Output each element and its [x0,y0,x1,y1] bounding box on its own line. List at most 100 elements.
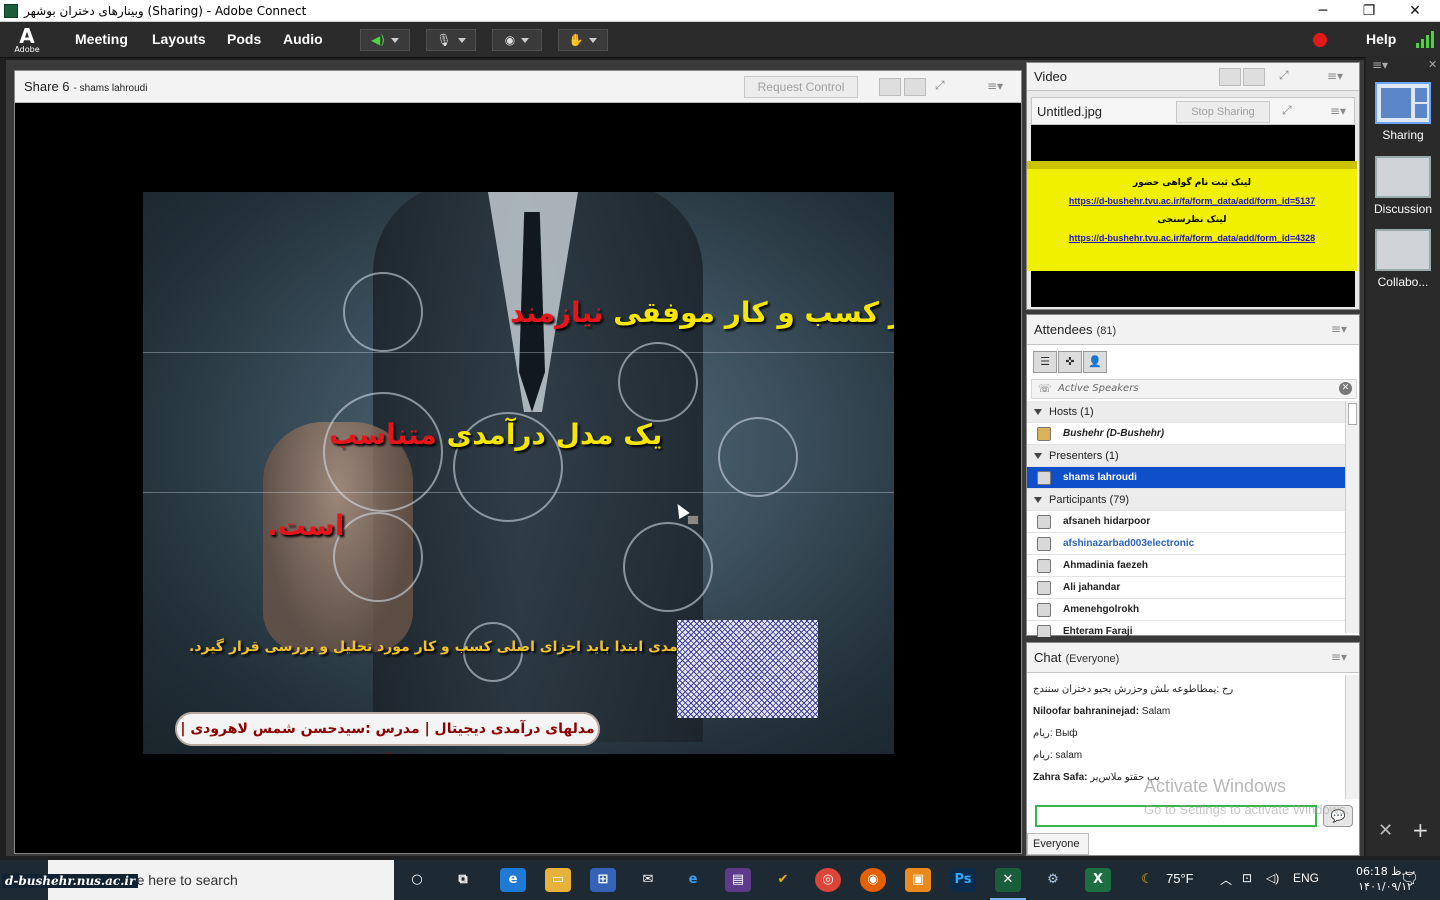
raise-hand-toggle[interactable]: ✋ [558,29,608,51]
request-control-button[interactable]: Request Control [744,76,858,98]
filmstrip-view-icon[interactable] [1243,68,1265,86]
menu-audio[interactable]: Audio [283,31,323,47]
video-pod-title: Video [1034,69,1068,84]
layout-collaboration[interactable]: Collabo... [1374,229,1432,289]
store-icon[interactable]: ⊞ [590,868,616,892]
layout-thumbnail [1375,82,1431,124]
menu-pods[interactable]: Pods [227,31,261,47]
share-pod: Share 6- shams lahroudi Request Control … [14,70,1022,854]
stop-sharing-button[interactable]: Stop Sharing [1176,101,1270,123]
list-item[interactable]: Amenehgolrokh [1027,599,1345,621]
host-icon [1037,427,1051,441]
delete-layout-icon[interactable]: ✕ [1378,820,1393,841]
layouts-options-icon[interactable]: ≡▾ [1372,58,1388,72]
group-hosts[interactable]: Hosts (1) [1027,401,1345,423]
pod-options-icon[interactable]: ≡▾ [1330,104,1346,118]
excel-icon[interactable]: X [1085,868,1111,892]
activate-windows-subtext: Go to Settings to activate Windows. [1144,802,1350,817]
layout-discussion[interactable]: Discussion [1374,156,1432,216]
menu-layouts[interactable]: Layouts [152,31,206,47]
pod-options-icon[interactable]: ≡▾ [1331,650,1347,664]
recording-icon[interactable] [1313,33,1327,47]
layout-sharing[interactable]: Sharing [1374,82,1432,142]
internet-explorer-icon[interactable]: e [680,868,706,892]
layout-thumbnail [1375,229,1431,271]
app-icon[interactable]: ▣ [905,868,931,892]
list-item[interactable]: shams lahroudi [1027,467,1345,489]
language-indicator[interactable]: ENG [1293,871,1319,885]
pod-options-icon[interactable]: ≡▾ [1331,322,1347,336]
network-icon[interactable]: ⊡ [1242,871,1252,885]
list-item[interactable]: Ali jahandar [1027,577,1345,599]
list-view-icon[interactable]: ☰ [1033,351,1057,373]
chat-scrollbar[interactable] [1345,675,1359,799]
speaker-icon: ☏ [1038,382,1052,395]
breakout-view-icon[interactable]: ✜ [1058,351,1082,373]
maximize-button[interactable]: ❐ [1346,0,1392,22]
collapse-triangle-icon [1034,409,1042,415]
chat-recipient-select[interactable]: Everyone [1027,833,1089,855]
cortana-icon[interactable]: ○ [404,868,430,892]
fit-screen-icon[interactable] [904,78,926,96]
fullscreen-icon[interactable]: ⤢ [1282,103,1292,118]
adobe-connect-icon[interactable]: ✕ [995,868,1021,892]
edge-icon[interactable]: e [500,868,526,892]
participant-icon [1037,581,1051,595]
chevron-up-icon[interactable]: ︿ [1220,871,1232,888]
winrar-icon[interactable]: ▤ [725,868,751,892]
list-item[interactable]: Ehteram Faraji [1027,621,1345,637]
share-pod-title: Share 6- shams lahroudi [24,79,148,94]
group-participants[interactable]: Participants (79) [1027,489,1345,511]
pod-options-icon[interactable]: ≡▾ [987,79,1003,93]
list-item[interactable]: Ahmadinia faezeh [1027,555,1345,577]
settings-app-icon[interactable]: ⚙ [1040,868,1066,892]
window-title-bar: وبینارهای دختران بوشهر (Sharing) - Adobe… [0,0,1440,22]
close-icon[interactable]: ✕ [1339,382,1352,395]
group-presenters[interactable]: Presenters (1) [1027,445,1345,467]
chrome-icon[interactable]: ◎ [815,868,841,892]
fullscreen-icon[interactable]: ⤢ [935,78,945,93]
site-url-badge: d-bushehr.nus.ac.ir [2,874,139,888]
file-explorer-icon[interactable]: ▭ [545,868,571,892]
survey-link[interactable]: https://d-bushehr.tvu.ac.ir/fa/form_data… [1027,233,1357,243]
participant-icon [1037,559,1051,573]
mail-icon[interactable]: ✉ [635,868,661,892]
photoshop-icon[interactable]: Ps [950,868,976,892]
fit-width-icon[interactable] [879,78,901,96]
close-button[interactable]: ✕ [1392,0,1438,22]
task-view-icon[interactable]: ⧉ [450,868,476,892]
close-icon[interactable]: ✕ [1428,58,1437,71]
webcam-icon: ◉ [504,33,516,47]
attendees-header: Attendees (81) ≡▾ [1027,315,1359,345]
notifications-icon[interactable]: 🗨 [1400,869,1419,887]
raise-hand-icon: ✋ [568,33,584,47]
volume-icon[interactable]: ◁) [1266,871,1279,885]
microphone-toggle[interactable]: 🎙 [426,29,476,51]
weather-temperature[interactable]: 75°F [1166,871,1194,886]
list-item[interactable]: Bushehr (D-Bushehr) [1027,423,1345,445]
image-share-header: Untitled.jpg Stop Sharing ⤢ ≡▾ [1031,97,1355,125]
fullscreen-icon[interactable]: ⤢ [1279,68,1289,83]
list-item[interactable]: afsaneh hidarpoor [1027,511,1345,533]
weather-icon[interactable]: ☾ [1134,868,1160,892]
attendance-link[interactable]: https://d-bushehr.tvu.ac.ir/fa/form_data… [1027,196,1357,206]
grid-view-icon[interactable] [1219,68,1241,86]
pod-options-icon[interactable]: ≡▾ [1327,69,1343,83]
chat-message: ریام: Bыф [1033,728,1078,739]
checkmark-app-icon[interactable]: ✔ [770,868,796,892]
list-item[interactable]: afshinazarbad003electronic [1027,533,1345,555]
webcam-toggle[interactable]: ◉ [492,29,542,51]
status-view-icon[interactable]: 👤 [1083,351,1107,373]
presenter-icon [1037,471,1051,485]
speaker-toggle[interactable]: ◀) [360,29,410,51]
chat-header: Chat (Everyone) ≡▾ [1027,643,1359,673]
attendee-scrollbar[interactable] [1345,401,1359,633]
shared-slide: هر کسب و کار موفقی نیازمند یک مدل درآمدی… [143,192,894,754]
menu-meeting[interactable]: Meeting [75,31,128,47]
help-menu[interactable]: Help [1366,31,1396,47]
firefox-icon[interactable]: ◉ [860,868,886,892]
minimize-button[interactable]: ─ [1300,0,1346,22]
add-layout-icon[interactable]: + [1412,818,1429,842]
windows-taskbar: Type here to search d-bushehr.nus.ac.ir … [0,860,1440,900]
window-title: وبینارهای دختران بوشهر (Sharing) - Adobe… [24,4,307,18]
